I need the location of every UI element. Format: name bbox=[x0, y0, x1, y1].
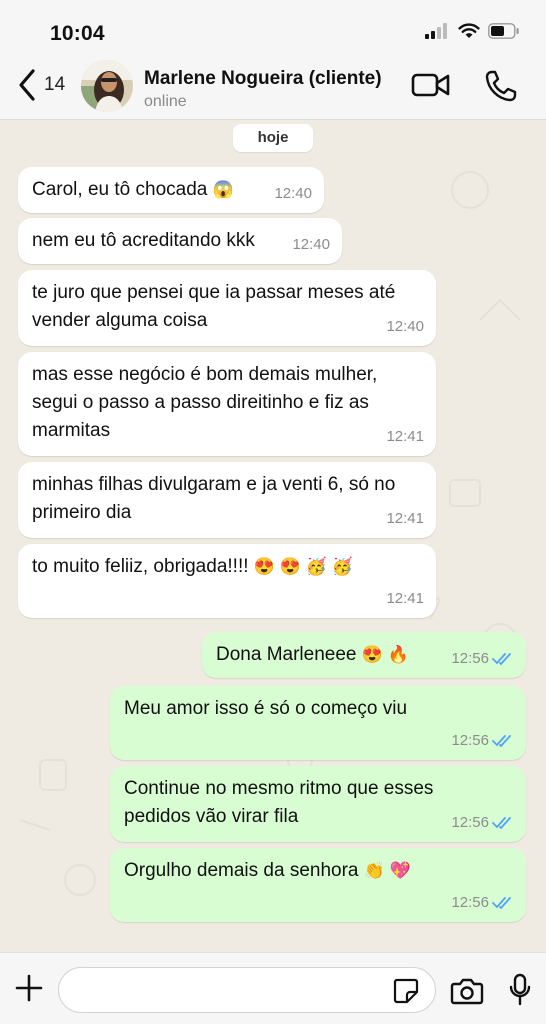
message-time: 12:40 bbox=[292, 231, 330, 259]
message-text: to muito feliiz, obrigada!!!! 😍 😍 🥳 🥳 bbox=[32, 553, 422, 581]
message-time-text: 12:56 bbox=[451, 732, 489, 749]
signal-icon bbox=[425, 23, 447, 39]
message-time: 12:41 bbox=[386, 423, 424, 451]
message-bubble-incoming[interactable]: nem eu tô acreditando kkk 12:40 bbox=[18, 218, 342, 264]
message-time: 12:40 bbox=[274, 180, 312, 208]
message-text: Meu amor isso é só o começo viu bbox=[124, 698, 408, 719]
message-bubble-outgoing[interactable]: Dona Marleneee 😍 🔥 12:56 bbox=[202, 632, 526, 678]
message-time-text: 12:40 bbox=[292, 236, 330, 253]
message-time: 12:40 bbox=[386, 313, 424, 341]
message-time-text: 12:56 bbox=[451, 894, 489, 911]
battery-icon bbox=[488, 23, 519, 39]
message-text: minhas filhas divulgaram e ja venti 6, s… bbox=[32, 474, 396, 523]
sticker-button[interactable] bbox=[393, 978, 419, 1009]
message-time: 12:41 bbox=[386, 505, 424, 533]
message-bubble-incoming[interactable]: Carol, eu tô chocada 😱 12:40 bbox=[18, 167, 324, 213]
message-text: Carol, eu tô chocada 😱 bbox=[32, 176, 310, 204]
message-bubble-incoming[interactable]: to muito feliiz, obrigada!!!! 😍 😍 🥳 🥳 12… bbox=[18, 544, 436, 618]
attach-button[interactable] bbox=[14, 973, 44, 1008]
message-text: te juro que pensei que ia passar meses a… bbox=[32, 282, 396, 331]
avatar-photo bbox=[81, 60, 133, 112]
message-bubble-incoming[interactable]: te juro que pensei que ia passar meses a… bbox=[18, 270, 436, 346]
message-text: Orgulho demais da senhora 👏 💖 bbox=[124, 857, 512, 885]
back-button[interactable]: 14 bbox=[16, 68, 65, 102]
message-text: mas esse negócio é bom demais mulher, se… bbox=[32, 364, 378, 441]
day-separator: hoje bbox=[233, 124, 313, 152]
message-time: 12:41 bbox=[386, 585, 424, 613]
double-check-icon bbox=[492, 653, 511, 666]
status-icons bbox=[424, 23, 520, 39]
message-time: 12:56 bbox=[451, 645, 514, 673]
message-bubble-outgoing[interactable]: Orgulho demais da senhora 👏 💖 12:56 bbox=[110, 848, 526, 922]
message-bubble-incoming[interactable]: minhas filhas divulgaram e ja venti 6, s… bbox=[18, 462, 436, 538]
message-time-text: 12:40 bbox=[274, 185, 312, 202]
message-time: 12:56 bbox=[451, 727, 514, 755]
contact-name[interactable]: Marlene Nogueira (cliente) bbox=[144, 68, 382, 90]
status-bar: 10:04 bbox=[0, 0, 546, 58]
message-body: Orgulho demais da senhora bbox=[124, 860, 359, 881]
message-bubble-outgoing[interactable]: Meu amor isso é só o começo viu 12:56 bbox=[110, 686, 526, 760]
video-call-button[interactable] bbox=[411, 71, 451, 104]
message-time: 12:56 bbox=[451, 809, 514, 837]
message-time-text: 12:41 bbox=[386, 590, 424, 607]
voice-call-button[interactable] bbox=[484, 69, 518, 108]
double-check-icon bbox=[492, 735, 511, 748]
double-check-icon bbox=[492, 817, 511, 830]
phone-icon bbox=[485, 70, 517, 102]
chat-area[interactable]: hoje Carol, eu tô chocada 😱 12:40 nem eu… bbox=[0, 120, 546, 952]
contact-status: online bbox=[144, 93, 187, 110]
chat-header: 14 Marlene Nogueira (cliente) online bbox=[0, 58, 546, 120]
camera-icon bbox=[450, 978, 484, 1005]
message-time-text: 12:40 bbox=[386, 318, 424, 335]
message-emoji: 👏 💖 bbox=[363, 861, 411, 880]
sticker-icon bbox=[393, 978, 419, 1004]
message-emoji: 😍 😍 🥳 🥳 bbox=[253, 557, 353, 576]
message-text: Continue no mesmo ritmo que esses pedido… bbox=[124, 778, 434, 827]
message-time-text: 12:41 bbox=[386, 510, 424, 527]
message-time: 12:56 bbox=[451, 889, 514, 917]
message-body: Dona Marleneee bbox=[216, 644, 357, 665]
status-time: 10:04 bbox=[50, 22, 105, 45]
unread-count: 14 bbox=[44, 74, 66, 95]
message-bubble-outgoing[interactable]: Continue no mesmo ritmo que esses pedido… bbox=[110, 766, 526, 842]
message-emoji: 😍 🔥 bbox=[361, 645, 409, 664]
message-time-text: 12:41 bbox=[386, 428, 424, 445]
video-call-icon bbox=[411, 73, 450, 97]
microphone-button[interactable] bbox=[508, 973, 532, 1012]
back-chevron-icon bbox=[19, 69, 35, 101]
message-bubble-incoming[interactable]: mas esse negócio é bom demais mulher, se… bbox=[18, 352, 436, 456]
message-body: Carol, eu tô chocada bbox=[32, 179, 208, 200]
wifi-icon bbox=[458, 23, 480, 38]
message-text: nem eu tô acreditando kkk bbox=[32, 230, 255, 251]
message-body: to muito feliiz, obrigada!!!! bbox=[32, 556, 249, 577]
message-input[interactable] bbox=[58, 967, 436, 1013]
double-check-icon bbox=[492, 897, 511, 910]
camera-button[interactable] bbox=[450, 977, 484, 1010]
message-time-text: 12:56 bbox=[451, 814, 489, 831]
plus-icon bbox=[15, 974, 43, 1002]
composer-bar bbox=[0, 952, 546, 1024]
message-time-text: 12:56 bbox=[451, 650, 489, 667]
message-emoji: 😱 bbox=[212, 180, 234, 199]
avatar[interactable] bbox=[81, 60, 133, 112]
microphone-icon bbox=[509, 973, 531, 1006]
